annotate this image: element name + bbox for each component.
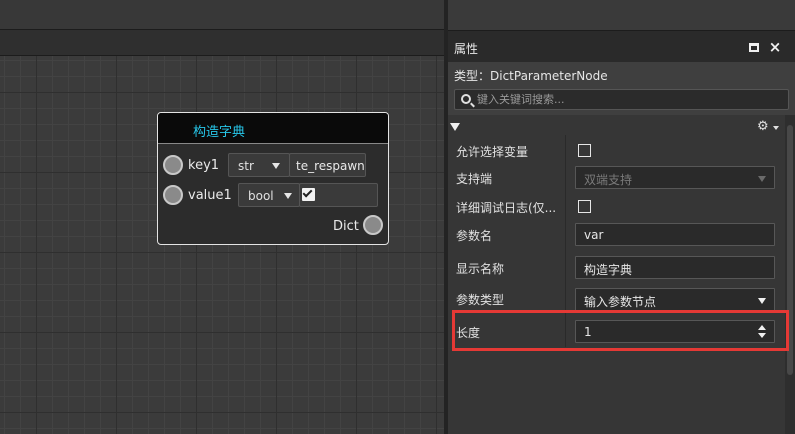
chevron-down-icon: [758, 176, 766, 182]
properties-panel: 属性 × 类型：DictParameterNode ⚙ 允许选择变量 支持端 双…: [448, 0, 795, 434]
node-title: 构造字典: [193, 125, 246, 140]
param-type-value: 输入参数节点: [584, 295, 657, 309]
search-icon: [461, 94, 471, 104]
gear-menu-chevron-icon[interactable]: [773, 126, 779, 130]
support-side-value: 双端支持: [584, 173, 633, 187]
chevron-down-icon: [758, 298, 766, 304]
value1-bool-field: [299, 183, 378, 207]
node-header[interactable]: 构造字典: [158, 113, 388, 144]
dict-output-port[interactable]: [363, 215, 383, 235]
collapse-arrow-icon[interactable]: [450, 123, 460, 131]
allow-variable-checkbox[interactable]: [578, 144, 591, 157]
key1-type-value: str: [238, 159, 254, 173]
search-box[interactable]: [454, 89, 789, 110]
key1-value-input[interactable]: te_respawn: [289, 153, 366, 177]
checkmark-icon: [302, 187, 313, 198]
node-type-label: 类型：DictParameterNode: [454, 69, 608, 83]
graph-tab-bar: [0, 29, 444, 56]
display-name-input[interactable]: 构造字典: [575, 256, 775, 279]
prop-display-name: 显示名称 构造字典: [448, 255, 785, 280]
prop-label: 支持端: [456, 172, 493, 186]
property-list: ⚙ 允许选择变量 支持端 双端支持 详细调试日志(仅... 参数名 var 显示…: [448, 115, 785, 434]
chevron-down-icon: [272, 163, 280, 169]
top-toolbar: [0, 0, 444, 29]
prop-label: 参数名: [456, 229, 493, 243]
prop-param-name: 参数名 var: [448, 222, 785, 247]
prop-label: 允许选择变量: [456, 145, 529, 159]
panel-scrollbar[interactable]: [785, 115, 795, 434]
prop-allow-variable: 允许选择变量: [448, 139, 785, 162]
chevron-down-icon: [284, 193, 292, 199]
value1-label: value1: [188, 188, 232, 203]
panel-top-strip: [448, 0, 795, 30]
value1-type-dropdown[interactable]: bool: [238, 183, 300, 207]
gear-icon[interactable]: ⚙: [757, 119, 769, 134]
prop-label: 参数类型: [456, 293, 505, 307]
key1-value-text: te_respawn: [296, 159, 365, 173]
search-input[interactable]: [477, 91, 782, 108]
close-icon[interactable]: ×: [768, 39, 782, 55]
debug-log-checkbox[interactable]: [578, 200, 591, 213]
prop-label: 显示名称: [456, 262, 505, 276]
display-name-value: 构造字典: [584, 263, 633, 277]
support-side-dropdown[interactable]: 双端支持: [575, 166, 775, 189]
prop-param-type: 参数类型 输入参数节点: [448, 287, 785, 312]
key1-label: key1: [188, 158, 220, 173]
value1-checkbox[interactable]: [302, 187, 315, 201]
key1-type-dropdown[interactable]: str: [228, 153, 290, 177]
prop-support-side: 支持端 双端支持: [448, 165, 785, 190]
param-type-dropdown[interactable]: 输入参数节点: [575, 288, 775, 311]
panel-header: 属性 ×: [448, 30, 795, 62]
prop-label: 详细调试日志(仅...: [456, 201, 557, 215]
output-label: Dict: [333, 219, 359, 234]
param-name-value: var: [584, 228, 604, 242]
maximize-icon[interactable]: [749, 43, 759, 52]
highlight-annotation: [452, 310, 789, 351]
key1-input-port[interactable]: [163, 155, 183, 175]
value1-input-port[interactable]: [163, 185, 183, 205]
prop-debug-log: 详细调试日志(仅...: [448, 195, 785, 218]
value1-type-value: bool: [248, 189, 274, 203]
panel-title: 属性: [454, 42, 479, 56]
dict-node[interactable]: 构造字典 key1 str te_respawn value1 bool Dic…: [157, 112, 389, 245]
param-name-input[interactable]: var: [575, 223, 775, 246]
